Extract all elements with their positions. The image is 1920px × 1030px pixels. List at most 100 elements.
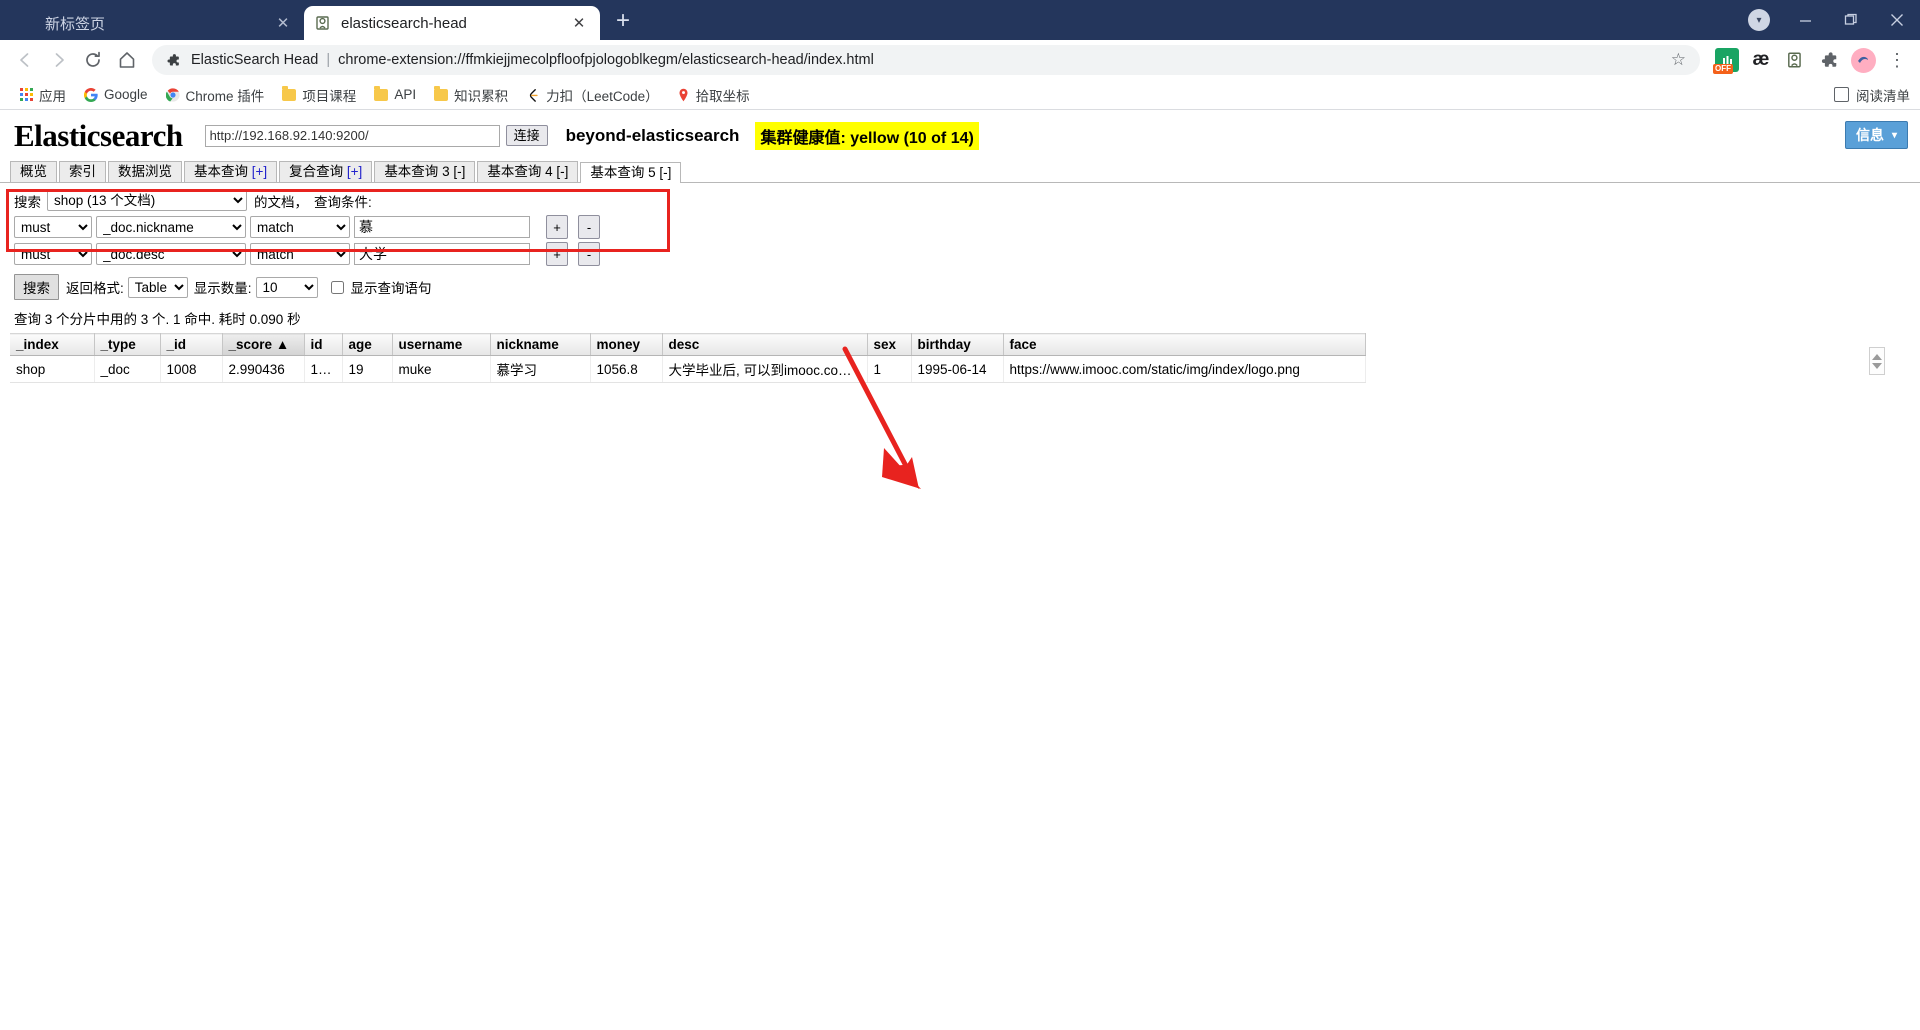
search-button[interactable]: 搜索 xyxy=(14,274,59,300)
tab-basic-query-4[interactable]: 基本查询 4 [-] xyxy=(477,161,579,182)
tab-add-suffix[interactable]: [+] xyxy=(347,164,362,179)
cell-face: https://www.imooc.com/static/img/index/l… xyxy=(1003,355,1366,383)
query-value-input[interactable] xyxy=(354,216,530,238)
column-header-money[interactable]: money xyxy=(590,333,663,356)
column-header-username[interactable]: username xyxy=(392,333,491,356)
column-header-id[interactable]: id xyxy=(304,333,343,356)
query-value-input[interactable] xyxy=(354,243,530,265)
bookmark-leetcode[interactable]: 力扣（LeetCode） xyxy=(518,83,667,107)
info-button[interactable]: 信息 ▾ xyxy=(1844,121,1908,149)
home-button[interactable] xyxy=(110,43,144,77)
browser-toolbar: ElasticSearch Head | chrome-extension://… xyxy=(0,40,1920,80)
forward-button[interactable] xyxy=(42,43,76,77)
bookmark-chrome-plugins[interactable]: Chrome 插件 xyxy=(158,83,273,107)
bookmark-label: 知识累积 xyxy=(454,88,509,104)
remove-condition-button[interactable]: - xyxy=(578,215,600,239)
connect-button[interactable]: 连接 xyxy=(505,124,548,147)
query-builder: 搜索 shop (13 个文档) 的文档， 查询条件: must _doc.ni… xyxy=(0,183,1920,266)
kebab-menu-icon: ⋮ xyxy=(1888,49,1906,70)
bookmark-label: Chrome 插件 xyxy=(185,88,265,104)
column-header-face[interactable]: face xyxy=(1003,333,1366,356)
tab-overview[interactable]: 概览 xyxy=(10,161,57,182)
address-bar[interactable]: ElasticSearch Head | chrome-extension://… xyxy=(152,45,1700,75)
matcher-select[interactable]: match xyxy=(250,243,350,265)
cluster-url-input[interactable] xyxy=(204,124,500,147)
remove-condition-button[interactable]: - xyxy=(578,242,600,266)
ae-extension-button[interactable]: æ xyxy=(1746,45,1776,75)
chevron-down-icon[interactable] xyxy=(1872,362,1882,369)
tab-basic-query-5[interactable]: 基本查询 5 [-] xyxy=(580,162,682,183)
add-condition-button[interactable]: + xyxy=(546,215,568,239)
tab-basic-query-3[interactable]: 基本查询 3 [-] xyxy=(374,161,476,182)
browser-tab-new-tab-page[interactable]: 新标签页 ✕ xyxy=(8,6,304,40)
occur-select[interactable]: must xyxy=(14,243,92,265)
column-label: birthday xyxy=(917,337,971,352)
field-select[interactable]: _doc.desc xyxy=(96,243,246,265)
browser-tab-elasticsearch-head[interactable]: elasticsearch-head ✕ xyxy=(304,6,600,40)
bookmark-star-icon[interactable]: ☆ xyxy=(1657,50,1686,70)
results-stepper[interactable] xyxy=(1869,347,1885,375)
count-select[interactable]: 10 xyxy=(255,276,318,298)
tab-data-browser[interactable]: 数据浏览 xyxy=(108,161,182,182)
bookmark-pick-coordinates[interactable]: 拾取坐标 xyxy=(669,83,758,107)
tab-close-suffix[interactable]: [-] xyxy=(659,165,671,180)
column-header-birthday[interactable]: birthday xyxy=(911,333,1004,356)
column-label: desc xyxy=(668,337,700,352)
new-tab-button[interactable]: + xyxy=(606,4,640,38)
add-condition-button[interactable]: + xyxy=(546,242,568,266)
close-icon[interactable]: ✕ xyxy=(272,12,294,34)
chevron-up-icon[interactable] xyxy=(1872,353,1882,360)
column-header-_score[interactable]: _score ▲ xyxy=(222,333,305,356)
column-header-_id[interactable]: _id xyxy=(160,333,223,356)
puzzle-icon xyxy=(1821,51,1836,67)
tab-close-suffix[interactable]: [-] xyxy=(453,164,465,179)
bookmark-google[interactable]: Google xyxy=(76,83,156,107)
es-head-favicon-icon xyxy=(314,14,332,32)
chrome-browser-window: 新标签页 ✕ elasticsearch-head ✕ + ▾ ElasticS… xyxy=(0,0,1920,1030)
column-header-age[interactable]: age xyxy=(342,333,393,356)
show-query-checkbox[interactable] xyxy=(330,280,344,294)
tab-close-suffix[interactable]: [-] xyxy=(556,164,568,179)
column-header-sex[interactable]: sex xyxy=(867,333,912,356)
search-controls: 搜索 返回格式: Table 显示数量: 10 显示查询语句 xyxy=(0,274,1920,300)
reload-button[interactable] xyxy=(76,43,110,77)
close-icon[interactable]: ✕ xyxy=(568,12,590,34)
bookmark-apps[interactable]: 应用 xyxy=(12,83,74,107)
occur-select[interactable]: must xyxy=(14,216,92,238)
field-select[interactable]: _doc.nickname xyxy=(96,216,246,238)
extensions-button[interactable] xyxy=(1814,45,1844,75)
tab-basic-query[interactable]: 基本查询 [+] xyxy=(184,161,278,182)
column-header-desc[interactable]: desc xyxy=(662,333,868,356)
off-label: OFF xyxy=(1713,64,1733,74)
profile-avatar-button[interactable] xyxy=(1848,45,1878,75)
bookmark-knowledge[interactable]: 知识累积 xyxy=(426,83,516,107)
cluster-health-badge: 集群健康值: yellow (10 of 14) xyxy=(755,121,979,150)
bookmark-project-courses[interactable]: 项目课程 xyxy=(274,83,364,107)
column-header-nickname[interactable]: nickname xyxy=(490,333,591,356)
reading-list-label: 阅读清单 xyxy=(1856,88,1910,104)
bookmark-api[interactable]: API xyxy=(366,83,424,107)
index-select[interactable]: shop (13 个文档) xyxy=(47,190,247,211)
minimize-button[interactable] xyxy=(1782,0,1828,40)
maximize-button[interactable] xyxy=(1828,0,1874,40)
tab-indices[interactable]: 索引 xyxy=(59,161,106,182)
tab-add-suffix[interactable]: [+] xyxy=(252,164,267,179)
format-select[interactable]: Table xyxy=(127,276,188,298)
chrome-menu-button[interactable]: ⋮ xyxy=(1882,45,1912,75)
matcher-select[interactable]: match xyxy=(250,216,350,238)
tab-composite-query[interactable]: 复合查询 [+] xyxy=(279,161,373,182)
table-row[interactable]: shop _doc 1008 2.990436 1008 19 muke 慕学习… xyxy=(10,355,1366,383)
reading-list-button[interactable]: 阅读清单 xyxy=(1834,85,1910,105)
app-logo: Elasticsearch xyxy=(14,118,183,153)
extension-puzzle-icon xyxy=(166,53,181,68)
google-icon xyxy=(84,87,98,102)
show-query-label: 显示查询语句 xyxy=(350,281,432,296)
column-header-_index[interactable]: _index xyxy=(10,333,95,356)
close-window-button[interactable] xyxy=(1874,0,1920,40)
column-header-_type[interactable]: _type xyxy=(94,333,161,356)
back-button[interactable] xyxy=(8,43,42,77)
off-extension-button[interactable]: OFF xyxy=(1712,45,1742,75)
es-head-extension-button[interactable] xyxy=(1780,45,1810,75)
column-label: nickname xyxy=(496,337,559,352)
downloads-indicator[interactable]: ▾ xyxy=(1736,0,1782,40)
